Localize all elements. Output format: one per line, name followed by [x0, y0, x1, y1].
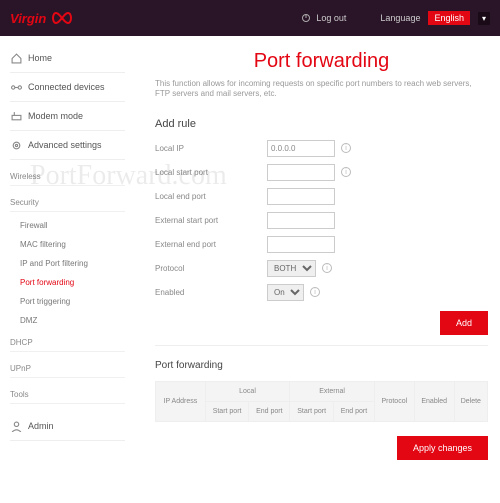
- sidebar-item-connected[interactable]: Connected devices: [10, 73, 125, 102]
- add-button[interactable]: Add: [440, 311, 488, 335]
- sidebar-item-admin[interactable]: Admin: [10, 412, 125, 441]
- subnav-item-portfwd[interactable]: Port forwarding: [10, 273, 125, 292]
- input-local-end[interactable]: [267, 188, 335, 205]
- label-local-end: Local end port: [155, 192, 267, 201]
- page-desc: This function allows for incoming reques…: [155, 79, 488, 100]
- input-ext-end[interactable]: [267, 236, 335, 253]
- modem-icon: [10, 110, 22, 122]
- th-ext-sp: Start port: [290, 401, 334, 421]
- devices-icon: [10, 81, 22, 93]
- gear-icon: [10, 139, 22, 151]
- info-icon[interactable]: i: [322, 263, 332, 273]
- page-title: Port forwarding: [155, 50, 488, 73]
- sidebar: Home Connected devices Modem mode Advanc…: [0, 36, 125, 490]
- th-external: External: [290, 381, 375, 401]
- subnav-dhcp[interactable]: DHCP: [10, 330, 125, 352]
- addrule-heading: Add rule: [155, 118, 488, 130]
- subnav-wireless[interactable]: Wireless: [10, 164, 125, 186]
- input-ext-start[interactable]: [267, 212, 335, 229]
- subnav-upnp[interactable]: UPnP: [10, 356, 125, 378]
- info-icon[interactable]: i: [341, 143, 351, 153]
- th-local-ep: End port: [249, 401, 290, 421]
- th-local-sp: Start port: [205, 401, 249, 421]
- th-ip: IP Address: [156, 381, 206, 421]
- sidebar-item-modem[interactable]: Modem mode: [10, 102, 125, 131]
- th-delete: Delete: [454, 381, 487, 421]
- input-local-ip[interactable]: [267, 140, 335, 157]
- subnav-tools[interactable]: Tools: [10, 382, 125, 404]
- subnav-item-ipport[interactable]: IP and Port filtering: [10, 254, 125, 273]
- language-label: Language: [380, 13, 420, 23]
- select-enabled[interactable]: On: [267, 284, 304, 301]
- main-content: Port forwarding This function allows for…: [125, 36, 500, 490]
- language-select[interactable]: English: [428, 11, 470, 25]
- subnav-item-dmz[interactable]: DMZ: [10, 311, 125, 330]
- th-proto: Protocol: [374, 381, 414, 421]
- logout-label: Log out: [316, 13, 346, 23]
- label-ext-start: External start port: [155, 216, 267, 225]
- chevron-down-icon[interactable]: ▾: [478, 12, 490, 25]
- logout-link[interactable]: Log out: [300, 12, 346, 24]
- label-local-ip: Local IP: [155, 144, 267, 153]
- info-icon[interactable]: i: [310, 287, 320, 297]
- label-local-start: Local start port: [155, 168, 267, 177]
- subnav-item-firewall[interactable]: Firewall: [10, 216, 125, 235]
- logo: Virgin: [10, 11, 74, 26]
- info-icon[interactable]: i: [341, 167, 351, 177]
- subnav-item-porttrig[interactable]: Port triggering: [10, 292, 125, 311]
- label-protocol: Protocol: [155, 264, 267, 273]
- table-heading: Port forwarding: [155, 360, 488, 371]
- port-table: IP Address Local External Protocol Enabl…: [155, 381, 488, 422]
- power-icon: [300, 12, 312, 24]
- home-icon: [10, 52, 22, 64]
- sidebar-item-home[interactable]: Home: [10, 44, 125, 73]
- subnav-item-mac[interactable]: MAC filtering: [10, 235, 125, 254]
- apply-button[interactable]: Apply changes: [397, 436, 488, 460]
- th-local: Local: [205, 381, 290, 401]
- select-protocol[interactable]: BOTH: [267, 260, 316, 277]
- subnav-security[interactable]: Security: [10, 190, 125, 212]
- label-ext-end: External end port: [155, 240, 267, 249]
- input-local-start[interactable]: [267, 164, 335, 181]
- label-enabled: Enabled: [155, 288, 267, 297]
- sidebar-item-advanced[interactable]: Advanced settings: [10, 131, 125, 160]
- th-enabled: Enabled: [414, 381, 454, 421]
- user-icon: [10, 420, 22, 432]
- th-ext-ep: End port: [334, 401, 375, 421]
